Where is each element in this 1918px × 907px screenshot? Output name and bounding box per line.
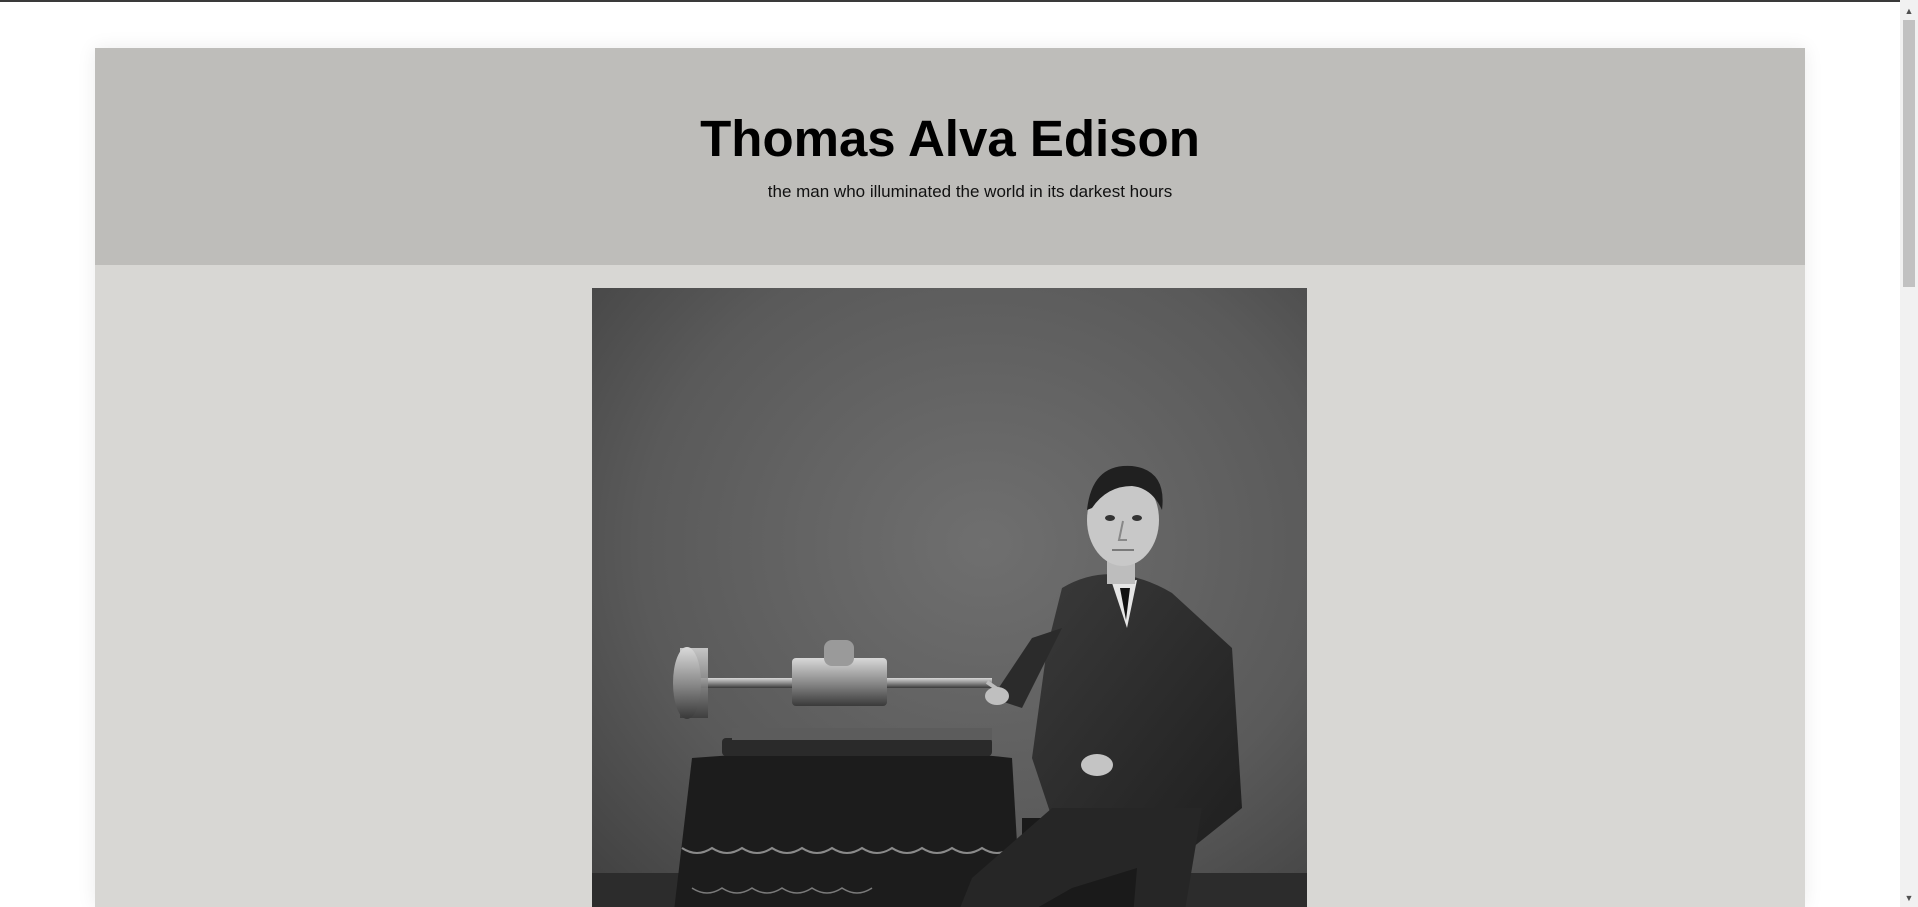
page-header: Thomas Alva Edison the man who illuminat… [95,48,1805,265]
edison-photo [592,288,1307,907]
scrollbar-thumb[interactable] [1903,20,1915,287]
tribute-page: Thomas Alva Edison the man who illuminat… [95,48,1805,907]
browser-top-edge [0,0,1918,2]
scroll-up-icon[interactable]: ▲ [1900,3,1918,20]
scroll-down-icon[interactable]: ▼ [1900,890,1918,907]
page-scrollbar[interactable]: ▲ ▼ [1900,0,1918,907]
page-title: Thomas Alva Edison [700,110,1200,167]
page-subtitle: the man who illuminated the world in its… [767,182,1173,201]
